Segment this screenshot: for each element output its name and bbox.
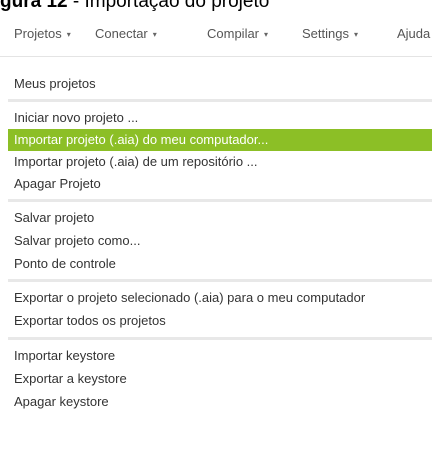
menu-separator (8, 99, 432, 102)
figure-caption-number: gura 12 (0, 0, 68, 12)
menu-item-salvar-projeto[interactable]: Salvar projeto (8, 207, 432, 229)
menu-compilar[interactable]: Compilar ▾ (207, 12, 268, 56)
menu-item-importar-keystore[interactable]: Importar keystore (8, 345, 432, 367)
caret-down-icon: ▾ (152, 30, 157, 39)
figure-caption-text: - Importação do projeto (67, 0, 270, 12)
menu-projetos[interactable]: Projetos ▾ (14, 12, 71, 56)
menu-item-salvar-projeto-como[interactable]: Salvar projeto como... (8, 230, 432, 252)
menu-settings-label: Settings (302, 26, 349, 41)
menu-item-iniciar-novo-projeto[interactable]: Iniciar novo projeto ... (8, 107, 432, 129)
menu-item-meus-projetos[interactable]: Meus projetos (8, 73, 432, 95)
menu-separator (8, 279, 432, 282)
menu-settings[interactable]: Settings ▾ (302, 12, 358, 56)
menu-item-apagar-keystore[interactable]: Apagar keystore (8, 391, 432, 413)
caret-down-icon: ▾ (66, 30, 71, 39)
menu-projetos-label: Projetos (14, 26, 62, 41)
menu-conectar[interactable]: Conectar ▾ (95, 12, 157, 56)
caret-down-icon: ▾ (264, 30, 269, 39)
menu-item-importar-computador[interactable]: Importar projeto (.aia) do meu computado… (8, 129, 432, 151)
menu-bar: Projetos ▾ Conectar ▾ Compilar ▾ Settings ▾ … (0, 12, 432, 57)
menu-item-exportar-selecionado[interactable]: Exportar o projeto selecionado (.aia) pa… (8, 287, 432, 309)
menu-item-apagar-projeto[interactable]: Apagar Projeto (8, 173, 432, 195)
menu-item-ponto-de-controle[interactable]: Ponto de controle (8, 253, 432, 275)
menu-item-importar-repositorio[interactable]: Importar projeto (.aia) de um repositóri… (8, 151, 432, 173)
menu-item-exportar-keystore[interactable]: Exportar a keystore (8, 368, 432, 390)
caret-down-icon: ▾ (353, 30, 358, 39)
menu-separator (8, 337, 432, 340)
menu-separator (8, 199, 432, 202)
menu-ajuda[interactable]: Ajuda (397, 12, 430, 56)
menu-item-exportar-todos[interactable]: Exportar todos os projetos (8, 310, 432, 332)
projects-dropdown-menu: Meus projetos Iniciar novo projeto ... I… (8, 67, 432, 458)
menu-compilar-label: Compilar (207, 26, 260, 41)
menu-ajuda-label: Ajuda (397, 26, 431, 41)
menu-conectar-label: Conectar (95, 26, 148, 41)
figure-caption: gura 12 - Importação do projeto (0, 0, 269, 12)
